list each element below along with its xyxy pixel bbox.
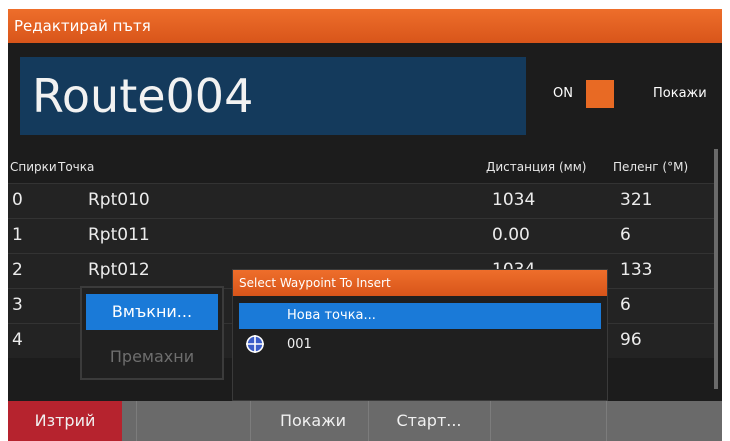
table-scrollbar[interactable] [714, 149, 718, 389]
remove-menu-item[interactable]: Премахни [86, 340, 218, 374]
toolbar-divider [368, 401, 369, 441]
cell-bearing: 6 [620, 225, 631, 245]
start-button[interactable]: Старт... [374, 401, 484, 441]
cell-stop: 1 [12, 225, 23, 245]
new-point-label: Нова точка... [287, 308, 376, 323]
toolbar-divider [490, 401, 491, 441]
cell-distance: 0.00 [492, 225, 530, 245]
toggle-on-label: ON [553, 86, 573, 101]
cell-point: Rpt011 [88, 225, 150, 245]
delete-button[interactable]: Изтрий [8, 401, 122, 441]
popup-title: Select Waypoint To Insert [233, 270, 607, 296]
header-distance: Дистанция (мм) [486, 160, 587, 174]
edit-route-window: Редактирай пътя Route004 ON Покажи Спирк… [8, 9, 722, 441]
toolbar-divider [606, 401, 607, 441]
waypoint-name: 001 [287, 337, 312, 352]
header-bearing: Пеленг (°M) [613, 160, 689, 174]
toolbar-divider [136, 401, 137, 441]
cell-stop: 0 [12, 190, 23, 210]
show-toggle[interactable] [586, 80, 614, 108]
toolbar-divider [250, 401, 251, 441]
table-row[interactable]: 0 Rpt010 1034 321 [8, 183, 716, 218]
bottom-toolbar: Изтрий Покажи Старт... [8, 401, 722, 441]
route-name-field[interactable]: Route004 [20, 57, 526, 135]
cell-point: Rpt010 [88, 190, 150, 210]
table-row[interactable]: 1 Rpt011 0.00 6 [8, 218, 716, 253]
show-button[interactable]: Покажи [264, 401, 362, 441]
header-point: Точка [58, 160, 95, 174]
show-label: Покажи [653, 86, 707, 101]
cell-bearing: 321 [620, 190, 653, 210]
cell-stop: 3 [12, 295, 23, 315]
cell-bearing: 96 [620, 330, 642, 350]
cell-stop: 2 [12, 260, 23, 280]
cell-bearing: 133 [620, 260, 653, 280]
insert-menu-item[interactable]: Вмъкни... [86, 294, 218, 330]
table-header: Спирки Точка Дистанция (мм) Пеленг (°M) [8, 149, 722, 183]
waypoint-crosshair-icon [246, 335, 264, 353]
cell-stop: 4 [12, 330, 23, 350]
cell-bearing: 6 [620, 295, 631, 315]
select-waypoint-popup: Select Waypoint To Insert Нова точка... … [232, 269, 608, 401]
window-title: Редактирай пътя [8, 9, 722, 43]
cell-distance: 1034 [492, 190, 536, 210]
row-context-menu: Вмъкни... Премахни [80, 286, 224, 380]
header-stops: Спирки [10, 160, 57, 174]
cell-point: Rpt012 [88, 260, 150, 280]
new-point-item[interactable]: Нова точка... [239, 303, 601, 329]
waypoint-list-item[interactable]: 001 [239, 332, 601, 358]
